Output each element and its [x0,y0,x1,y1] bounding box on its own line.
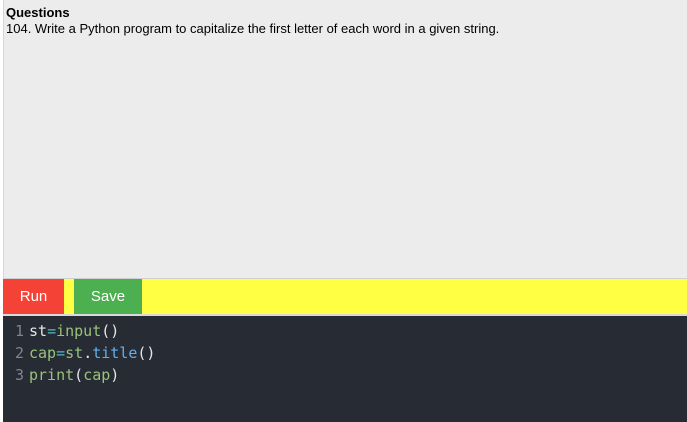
code-text[interactable]: print(cap) [29,364,119,386]
code-token: title [92,344,138,362]
code-editor[interactable]: 1 st=input() 2 cap=st.title() 3 print(ca… [3,316,687,422]
run-button[interactable]: Run [3,279,64,314]
line-number: 1 [14,322,24,340]
code-token: . [83,344,93,362]
code-token: cap [29,344,57,362]
code-token: () [137,344,156,362]
questions-heading: Questions [6,5,70,20]
code-token: = [47,322,57,340]
code-token: cap [83,366,111,384]
code-token: ) [110,366,120,384]
code-token: st [65,344,84,362]
code-text[interactable]: st=input() [29,320,119,342]
question-panel: Questions 104. Write a Python program to… [3,0,687,279]
code-line[interactable]: 1 st=input() [3,320,687,342]
code-token: () [101,322,120,340]
editor-toolbar: Run Save [3,279,687,314]
code-line[interactable]: 2 cap=st.title() [3,342,687,364]
save-button[interactable]: Save [74,279,142,314]
code-token: input [56,322,102,340]
line-number: 3 [14,366,24,384]
code-exercise-page: Questions 104. Write a Python program to… [0,0,687,422]
code-line[interactable]: 3 print(cap) [3,364,687,386]
code-token: = [56,344,66,362]
code-token: print [29,366,75,384]
code-token: ( [74,366,84,384]
question-text: 104. Write a Python program to capitaliz… [6,21,500,36]
line-number: 2 [14,344,24,362]
code-token: st [29,322,48,340]
code-text[interactable]: cap=st.title() [29,342,155,364]
